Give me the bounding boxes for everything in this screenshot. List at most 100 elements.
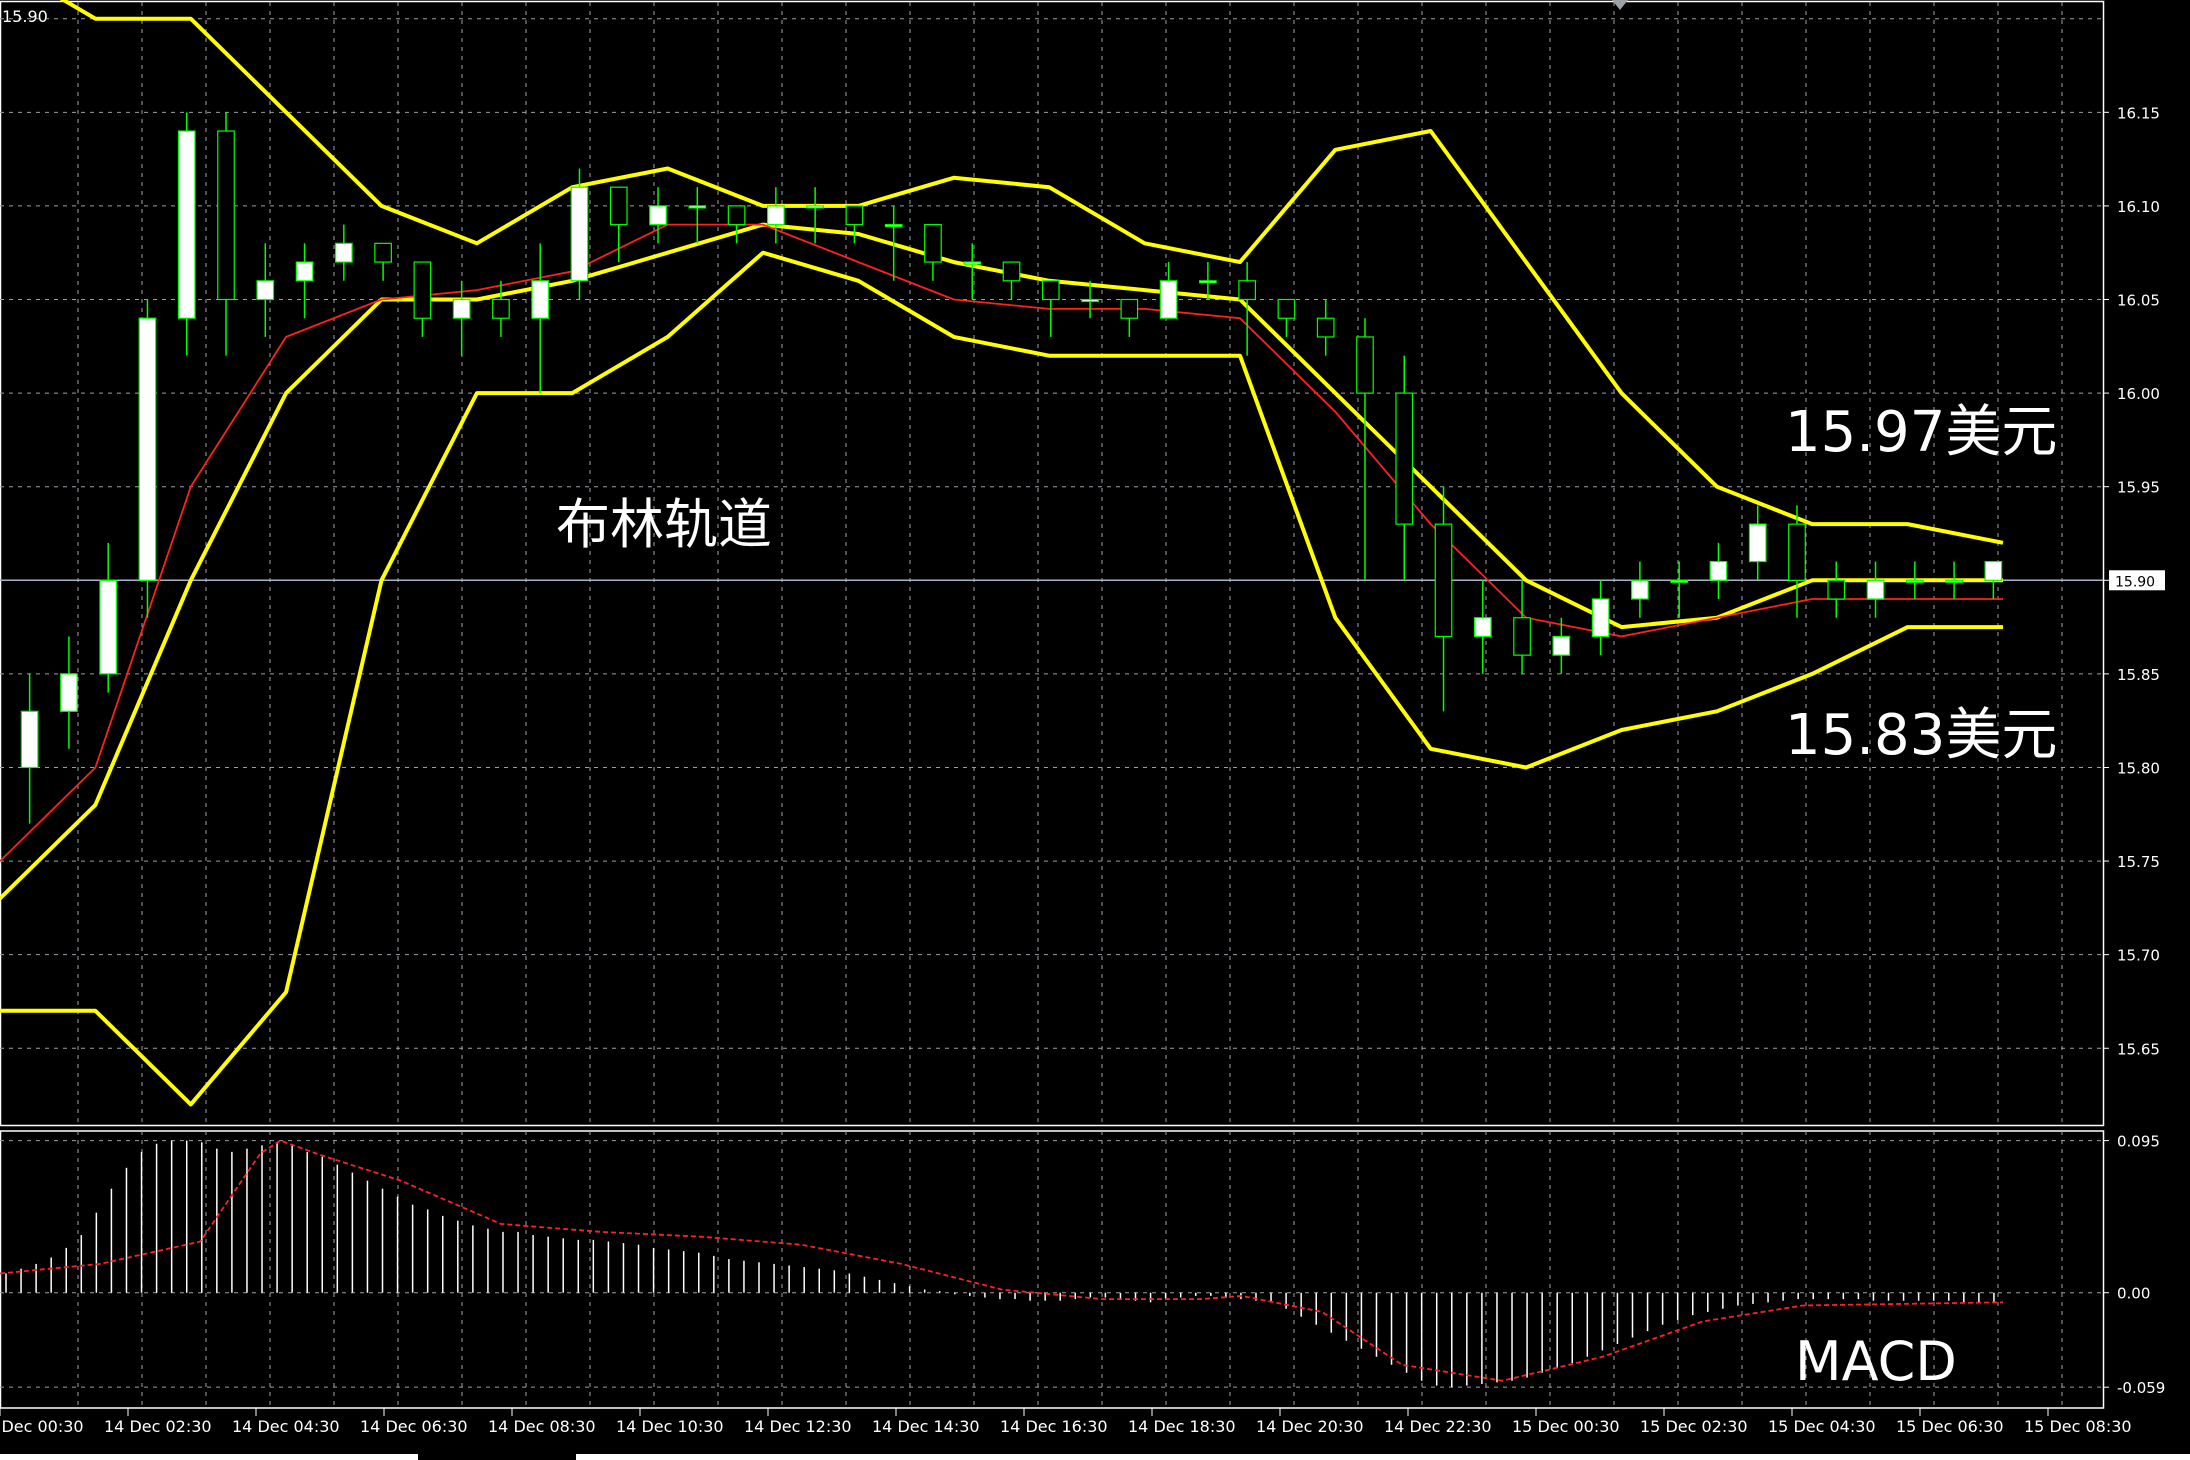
candle-body [1238, 280, 1256, 301]
candle [1434, 486, 1453, 712]
candle [374, 242, 392, 281]
candle [295, 243, 314, 319]
candle-body [374, 242, 392, 263]
candle-body [1277, 298, 1296, 319]
moving-average-line [0, 223, 2003, 862]
candle-body [1316, 317, 1335, 338]
y-tick-label: 15.75 [2117, 853, 2160, 871]
candle-body [1473, 617, 1492, 638]
candle-body [570, 186, 589, 282]
candle [492, 280, 510, 337]
candle [217, 112, 235, 356]
candle [1591, 580, 1610, 656]
candle [1984, 560, 2003, 600]
x-tick-label: 15 Dec 00:30 [1512, 1417, 1620, 1436]
candle-body [1670, 579, 1689, 583]
y-tick-label: 15.85 [2117, 666, 2160, 684]
candle-body [177, 130, 196, 319]
candle [1356, 318, 1374, 581]
bollinger-middle-line [0, 222, 2003, 900]
tab-strip-left[interactable] [0, 1454, 418, 1460]
candle [20, 673, 39, 824]
candle [727, 205, 746, 244]
candle [177, 112, 196, 356]
macd-tick-label: 0.00 [2117, 1285, 2150, 1303]
candle-body [1199, 280, 1217, 284]
y-tick-label: 16.05 [2117, 292, 2160, 310]
candle [256, 243, 275, 337]
candle [767, 187, 785, 244]
macd-panel [0, 1139, 2004, 1388]
candle-body [334, 242, 353, 263]
x-tick-label: 14 Dec 16:30 [1000, 1417, 1108, 1436]
candle-body [649, 205, 667, 226]
candle [1748, 505, 1767, 581]
candle [688, 187, 707, 244]
candle [1238, 262, 1256, 356]
candle [413, 261, 432, 337]
candle [1513, 580, 1531, 674]
candle-body [1081, 298, 1099, 303]
candle-body [1709, 560, 1728, 581]
candle-body [609, 186, 628, 226]
candle [649, 187, 667, 244]
candle-body [217, 130, 235, 301]
candle-body [1984, 560, 2003, 581]
candle-body [1120, 298, 1139, 319]
candle [1709, 542, 1728, 600]
candle-body [924, 224, 942, 263]
y-tick-label: 15.95 [2117, 479, 2160, 497]
candle [1631, 561, 1649, 618]
candle-body [1159, 280, 1178, 319]
candle-body [688, 205, 707, 209]
candle-body [413, 261, 432, 319]
candlesticks [20, 112, 2003, 824]
candle-body [531, 280, 550, 319]
candle-body [1356, 336, 1374, 394]
candle [570, 168, 589, 300]
macd-panel-frame [0, 1130, 2105, 1409]
x-tick-label: 14 Dec 10:30 [616, 1417, 724, 1436]
macd-label: MACD [1795, 1330, 1957, 1393]
macd-tick-label: -0.059 [2117, 1379, 2165, 1397]
candle-body [295, 261, 314, 282]
candle-body [806, 205, 824, 209]
candle [1002, 261, 1021, 300]
candle-body [1631, 579, 1649, 600]
candle [1670, 561, 1689, 618]
candle-body [963, 261, 982, 265]
candle [1120, 298, 1139, 337]
x-tick-label: 14 Dec 08:30 [488, 1417, 596, 1436]
candle [1316, 299, 1335, 356]
candle [806, 187, 824, 244]
candle [334, 224, 353, 281]
candle-body [452, 298, 471, 319]
candle [1945, 561, 1963, 600]
x-tick-label: 14 Dec 18:30 [1128, 1417, 1236, 1436]
upper-band-label: 15.97美元 [1785, 400, 2058, 465]
candle-body [99, 579, 118, 675]
candle [1905, 561, 1924, 600]
y-tick-label: 16.10 [2117, 198, 2160, 216]
candle [1395, 355, 1414, 581]
candle [845, 205, 864, 244]
tab-strip-right[interactable] [576, 1454, 2190, 1460]
candle [1473, 580, 1492, 674]
candle-body [1395, 392, 1414, 525]
candle [1827, 561, 1846, 618]
candle [60, 636, 78, 749]
macd-signal-line [0, 1139, 2004, 1382]
x-tick-label: 15 Dec 08:30 [2024, 1417, 2132, 1436]
x-tick-label: 14 Dec 02:30 [104, 1417, 212, 1436]
candle-body [767, 205, 785, 226]
y-tick-label: 15.65 [2117, 1040, 2160, 1058]
candle-body [1591, 598, 1610, 638]
candle [1277, 298, 1296, 337]
candle [963, 243, 982, 300]
x-tick-label: 14 Dec 04:30 [232, 1417, 340, 1436]
candle [924, 224, 942, 281]
candle-body [1905, 579, 1924, 583]
candle-body [1788, 523, 1806, 581]
y-tick-label: 16.00 [2117, 385, 2160, 403]
candle-body [1748, 523, 1767, 563]
